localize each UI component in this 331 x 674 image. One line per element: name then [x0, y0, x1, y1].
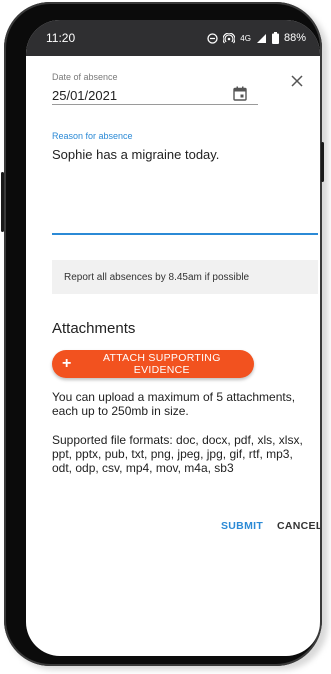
attach-evidence-button[interactable]: + ATTACH SUPPORTING EVIDENCE [52, 350, 254, 378]
date-label: Date of absence [52, 72, 118, 82]
info-box: Report all absences by 8.45am if possibl… [52, 260, 318, 294]
reason-label: Reason for absence [52, 131, 133, 141]
reason-field[interactable]: Sophie has a migraine today. [52, 147, 219, 162]
info-text: Report all absences by 8.45am if possibl… [64, 271, 250, 283]
supported-formats-text: Supported file formats: doc, docx, pdf, … [52, 433, 303, 475]
plus-icon: + [62, 355, 72, 372]
submit-button[interactable]: SUBMIT [221, 520, 263, 532]
hotspot-icon [223, 32, 236, 43]
battery-icon [271, 32, 279, 44]
status-icons: 4G 88% [207, 32, 306, 44]
do-not-disturb-icon [207, 32, 218, 44]
signal-icon [256, 33, 266, 43]
date-field[interactable]: 25/01/2021 [52, 88, 117, 103]
reason-underline [52, 233, 318, 235]
attachments-heading: Attachments [52, 320, 136, 337]
status-bar: 11:20 4G 88% [26, 20, 320, 56]
side-button [321, 142, 324, 182]
battery-level: 88% [283, 32, 306, 44]
close-icon[interactable] [290, 74, 304, 88]
attachment-limit-text: You can upload a maximum of 5 attachment… [52, 390, 296, 418]
app-screen: 11:20 4G 88% Date of absence 25/01/2021 … [26, 20, 320, 656]
network-type: 4G [240, 33, 251, 43]
attach-button-label: ATTACH SUPPORTING EVIDENCE [102, 352, 221, 376]
date-underline [52, 104, 258, 105]
status-time: 11:20 [46, 31, 76, 45]
cancel-button[interactable]: CANCEL [277, 520, 320, 532]
side-button [1, 172, 4, 232]
calendar-icon[interactable] [233, 86, 247, 101]
phone-frame: 11:20 4G 88% Date of absence 25/01/2021 … [1, 2, 324, 666]
